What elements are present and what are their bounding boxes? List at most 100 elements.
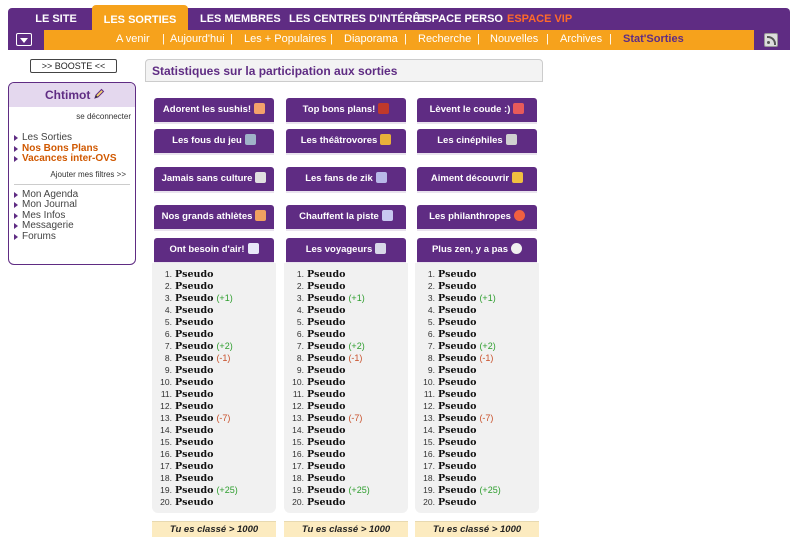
- member-pseudo-link[interactable]: Pseudo: [307, 413, 345, 424]
- member-pseudo-link[interactable]: Pseudo: [438, 305, 476, 316]
- member-pseudo-link[interactable]: Pseudo: [438, 485, 476, 496]
- add-filters-link[interactable]: Ajouter mes filtres >>: [14, 170, 130, 185]
- category-voyageurs-button[interactable]: Les voyageurs: [286, 238, 406, 262]
- member-pseudo-link[interactable]: Pseudo: [307, 341, 345, 352]
- booste-button[interactable]: >> BOOSTE <<: [30, 59, 117, 73]
- member-pseudo-link[interactable]: Pseudo: [307, 329, 345, 340]
- category-jeu-button[interactable]: Les fous du jeu: [154, 129, 274, 153]
- subnav-diaporama[interactable]: Diaporama: [344, 30, 398, 50]
- member-pseudo-link[interactable]: Pseudo: [175, 389, 213, 400]
- member-pseudo-link[interactable]: Pseudo: [307, 497, 345, 508]
- member-pseudo-link[interactable]: Pseudo: [175, 437, 213, 448]
- subnav-a-venir[interactable]: A venir: [116, 30, 150, 50]
- member-pseudo-link[interactable]: Pseudo: [307, 305, 345, 316]
- member-pseudo-link[interactable]: Pseudo: [175, 293, 213, 304]
- member-pseudo-link[interactable]: Pseudo: [307, 365, 345, 376]
- tab-les-sorties[interactable]: LES SORTIES: [92, 5, 188, 31]
- link-forums[interactable]: Forums: [9, 231, 135, 243]
- member-pseudo-link[interactable]: Pseudo: [438, 461, 476, 472]
- member-pseudo-link[interactable]: Pseudo: [175, 365, 213, 376]
- member-pseudo-link[interactable]: Pseudo: [307, 389, 345, 400]
- tab-espace-vip[interactable]: ESPACE VIP: [507, 8, 572, 30]
- link-les-sorties[interactable]: Les Sorties: [9, 132, 135, 144]
- member-pseudo-link[interactable]: Pseudo: [175, 281, 213, 292]
- rss-button[interactable]: [754, 30, 790, 50]
- category-philanthropes-button[interactable]: Les philanthropes: [417, 205, 537, 229]
- link-messagerie[interactable]: Messagerie: [9, 220, 135, 232]
- category-athletes-button[interactable]: Nos grands athlètes: [154, 205, 274, 229]
- logout-link[interactable]: se déconnecter: [9, 112, 135, 121]
- category-zik-button[interactable]: Les fans de zik: [286, 167, 406, 191]
- tab-les-membres[interactable]: LES MEMBRES: [200, 8, 281, 30]
- member-pseudo-link[interactable]: Pseudo: [307, 377, 345, 388]
- member-pseudo-link[interactable]: Pseudo: [175, 485, 213, 496]
- member-pseudo-link[interactable]: Pseudo: [175, 353, 213, 364]
- category-sushi-button[interactable]: Adorent les sushis!: [154, 98, 274, 122]
- member-pseudo-link[interactable]: Pseudo: [438, 437, 476, 448]
- member-pseudo-link[interactable]: Pseudo: [307, 317, 345, 328]
- member-pseudo-link[interactable]: Pseudo: [175, 317, 213, 328]
- tab-le-site[interactable]: LE SITE: [28, 8, 84, 30]
- member-pseudo-link[interactable]: Pseudo: [438, 269, 476, 280]
- link-mon-journal[interactable]: Mon Journal: [9, 199, 135, 211]
- member-pseudo-link[interactable]: Pseudo: [175, 377, 213, 388]
- member-pseudo-link[interactable]: Pseudo: [175, 497, 213, 508]
- subnav-stat-sorties[interactable]: Stat'Sorties: [623, 30, 684, 50]
- category-theatre-button[interactable]: Les théâtrovores: [286, 129, 406, 153]
- member-pseudo-link[interactable]: Pseudo: [438, 413, 476, 424]
- member-pseudo-link[interactable]: Pseudo: [307, 437, 345, 448]
- member-pseudo-link[interactable]: Pseudo: [438, 389, 476, 400]
- member-pseudo-link[interactable]: Pseudo: [438, 497, 476, 508]
- member-pseudo-link[interactable]: Pseudo: [307, 425, 345, 436]
- subnav-nouvelles[interactable]: Nouvelles: [490, 30, 538, 50]
- member-pseudo-link[interactable]: Pseudo: [175, 413, 213, 424]
- member-pseudo-link[interactable]: Pseudo: [438, 425, 476, 436]
- member-pseudo-link[interactable]: Pseudo: [438, 329, 476, 340]
- member-pseudo-link[interactable]: Pseudo: [438, 317, 476, 328]
- member-pseudo-link[interactable]: Pseudo: [438, 341, 476, 352]
- member-pseudo-link[interactable]: Pseudo: [175, 305, 213, 316]
- member-pseudo-link[interactable]: Pseudo: [307, 269, 345, 280]
- category-cinema-button[interactable]: Les cinéphiles: [417, 129, 537, 153]
- category-zen-button[interactable]: Plus zen, y a pas: [417, 238, 537, 262]
- category-culture-button[interactable]: Jamais sans culture: [154, 167, 274, 191]
- member-pseudo-link[interactable]: Pseudo: [175, 473, 213, 484]
- category-decouvrir-button[interactable]: Aiment découvrir: [417, 167, 537, 191]
- member-pseudo-link[interactable]: Pseudo: [438, 281, 476, 292]
- member-pseudo-link[interactable]: Pseudo: [438, 401, 476, 412]
- member-pseudo-link[interactable]: Pseudo: [307, 401, 345, 412]
- subnav-recherche[interactable]: Recherche: [418, 30, 471, 50]
- member-pseudo-link[interactable]: Pseudo: [438, 377, 476, 388]
- subnav-archives[interactable]: Archives: [560, 30, 602, 50]
- member-pseudo-link[interactable]: Pseudo: [175, 269, 213, 280]
- category-piste-button[interactable]: Chauffent la piste: [286, 205, 406, 229]
- member-pseudo-link[interactable]: Pseudo: [307, 461, 345, 472]
- member-pseudo-link[interactable]: Pseudo: [307, 353, 345, 364]
- subnav-aujourdhui[interactable]: Aujourd'hui: [170, 30, 225, 50]
- member-pseudo-link[interactable]: Pseudo: [438, 353, 476, 364]
- link-vacances-inter-ovs[interactable]: Vacances inter-OVS: [9, 153, 135, 165]
- member-pseudo-link[interactable]: Pseudo: [438, 365, 476, 376]
- member-pseudo-link[interactable]: Pseudo: [175, 401, 213, 412]
- member-pseudo-link[interactable]: Pseudo: [307, 485, 345, 496]
- pencil-icon[interactable]: [93, 84, 105, 99]
- member-pseudo-link[interactable]: Pseudo: [307, 281, 345, 292]
- member-pseudo-link[interactable]: Pseudo: [307, 473, 345, 484]
- category-air-button[interactable]: Ont besoin d'air!: [154, 238, 274, 262]
- member-pseudo-link[interactable]: Pseudo: [175, 329, 213, 340]
- member-pseudo-link[interactable]: Pseudo: [438, 449, 476, 460]
- member-pseudo-link[interactable]: Pseudo: [307, 293, 345, 304]
- category-coude-button[interactable]: Lèvent le coude :): [417, 98, 537, 122]
- subnav-les-populaires[interactable]: Les + Populaires: [244, 30, 326, 50]
- member-pseudo-link[interactable]: Pseudo: [438, 473, 476, 484]
- member-pseudo-link[interactable]: Pseudo: [175, 461, 213, 472]
- username[interactable]: Chtimot: [45, 88, 90, 102]
- category-bons-plans-button[interactable]: Top bons plans!: [286, 98, 406, 122]
- member-pseudo-link[interactable]: Pseudo: [438, 293, 476, 304]
- member-pseudo-link[interactable]: Pseudo: [175, 425, 213, 436]
- member-pseudo-link[interactable]: Pseudo: [175, 341, 213, 352]
- tab-espace-perso[interactable]: ESPACE PERSO: [417, 8, 503, 30]
- member-pseudo-link[interactable]: Pseudo: [307, 449, 345, 460]
- member-pseudo-link[interactable]: Pseudo: [175, 449, 213, 460]
- tab-centres-interet[interactable]: LES CENTRES D'INTÉRÊT: [289, 8, 427, 30]
